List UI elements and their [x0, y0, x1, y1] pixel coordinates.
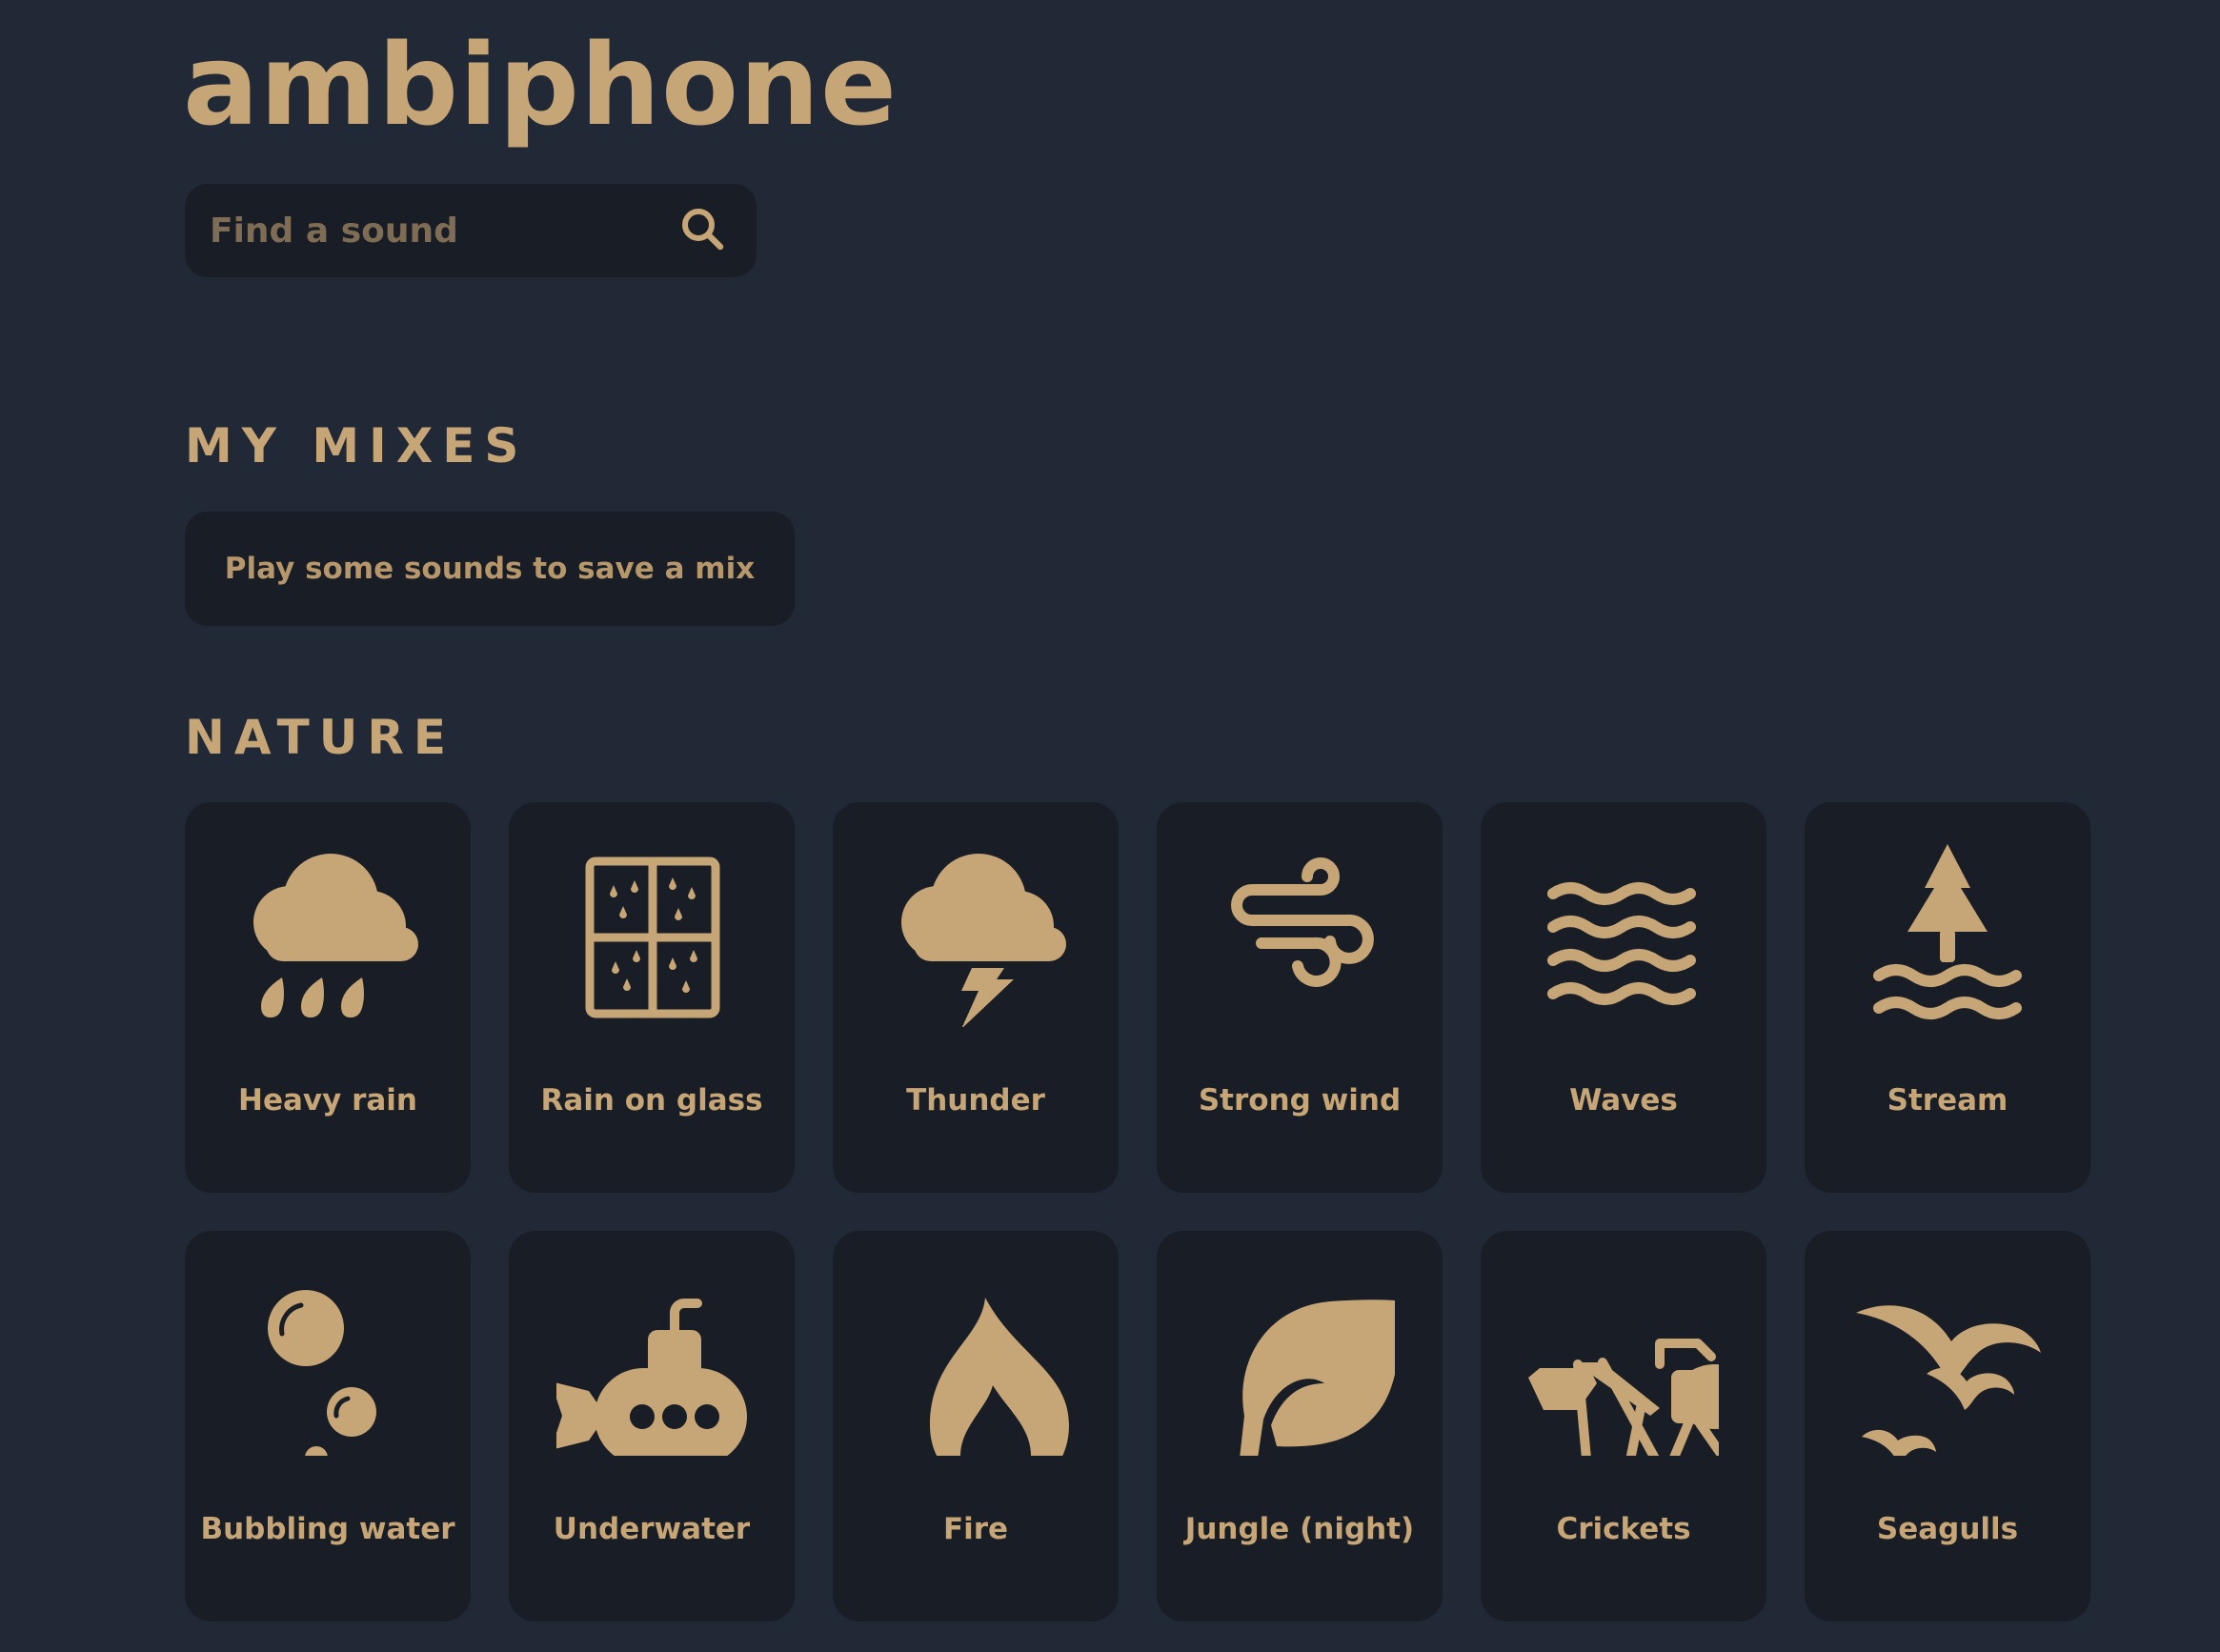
sound-label: Seagulls [1876, 1512, 2019, 1546]
sound-card-rain-on-glass[interactable]: Rain on glass [509, 802, 795, 1193]
app-logo: ambiphone [183, 19, 898, 151]
sound-card-thunder[interactable]: Thunder [833, 802, 1119, 1193]
sound-label: Stream [1887, 1083, 2008, 1118]
sound-card-jungle-night[interactable]: Jungle (night) [1157, 1231, 1443, 1622]
window-rain-icon [556, 836, 747, 1027]
sound-card-fire[interactable]: Fire [833, 1231, 1119, 1622]
sound-label: Fire [942, 1512, 1009, 1546]
sound-label: Strong wind [1198, 1083, 1402, 1118]
sound-label: Underwater [553, 1512, 751, 1546]
waves-icon [1528, 836, 1719, 1027]
nature-heading: NATURE [185, 710, 456, 765]
submarine-icon [556, 1265, 747, 1456]
sound-label: Thunder [906, 1083, 1045, 1118]
sound-card-stream[interactable]: Stream [1805, 802, 2090, 1193]
search-icon[interactable] [676, 203, 732, 258]
mixes-empty-state: Play some sounds to save a mix [185, 512, 795, 626]
mixes-empty-text: Play some sounds to save a mix [224, 552, 756, 586]
sound-card-seagulls[interactable]: Seagulls [1805, 1231, 2090, 1622]
sound-card-bubbling-water[interactable]: Bubbling water [185, 1231, 471, 1622]
sound-card-strong-wind[interactable]: Strong wind [1157, 802, 1443, 1193]
sound-card-underwater[interactable]: Underwater [509, 1231, 795, 1622]
app-page: ambiphone MY MIXES Play some sounds to s… [0, 0, 2220, 1652]
sound-label: Heavy rain [238, 1083, 417, 1118]
sound-card-crickets[interactable]: Crickets [1481, 1231, 1766, 1622]
wind-icon [1204, 836, 1395, 1027]
seagulls-icon [1852, 1265, 2043, 1456]
leaf-icon [1204, 1265, 1395, 1456]
heavy-rain-icon [232, 836, 423, 1027]
search-input[interactable] [210, 184, 657, 277]
bubbles-icon [232, 1265, 423, 1456]
stream-icon [1852, 836, 2043, 1027]
cricket-icon [1528, 1265, 1719, 1456]
search-box[interactable] [185, 184, 757, 277]
sound-card-heavy-rain[interactable]: Heavy rain [185, 802, 471, 1193]
sound-label: Jungle (night) [1184, 1512, 1415, 1546]
sound-card-waves[interactable]: Waves [1481, 802, 1766, 1193]
sound-label: Crickets [1556, 1512, 1691, 1546]
sound-label: Rain on glass [540, 1083, 763, 1118]
thunder-icon [880, 836, 1071, 1027]
fire-icon [880, 1265, 1071, 1456]
sound-label: Waves [1569, 1083, 1678, 1118]
my-mixes-heading: MY MIXES [185, 418, 529, 473]
nature-sound-grid: Heavy rain Rain on glass Thunder Strong … [185, 802, 2090, 1622]
sound-label: Bubbling water [200, 1512, 455, 1546]
